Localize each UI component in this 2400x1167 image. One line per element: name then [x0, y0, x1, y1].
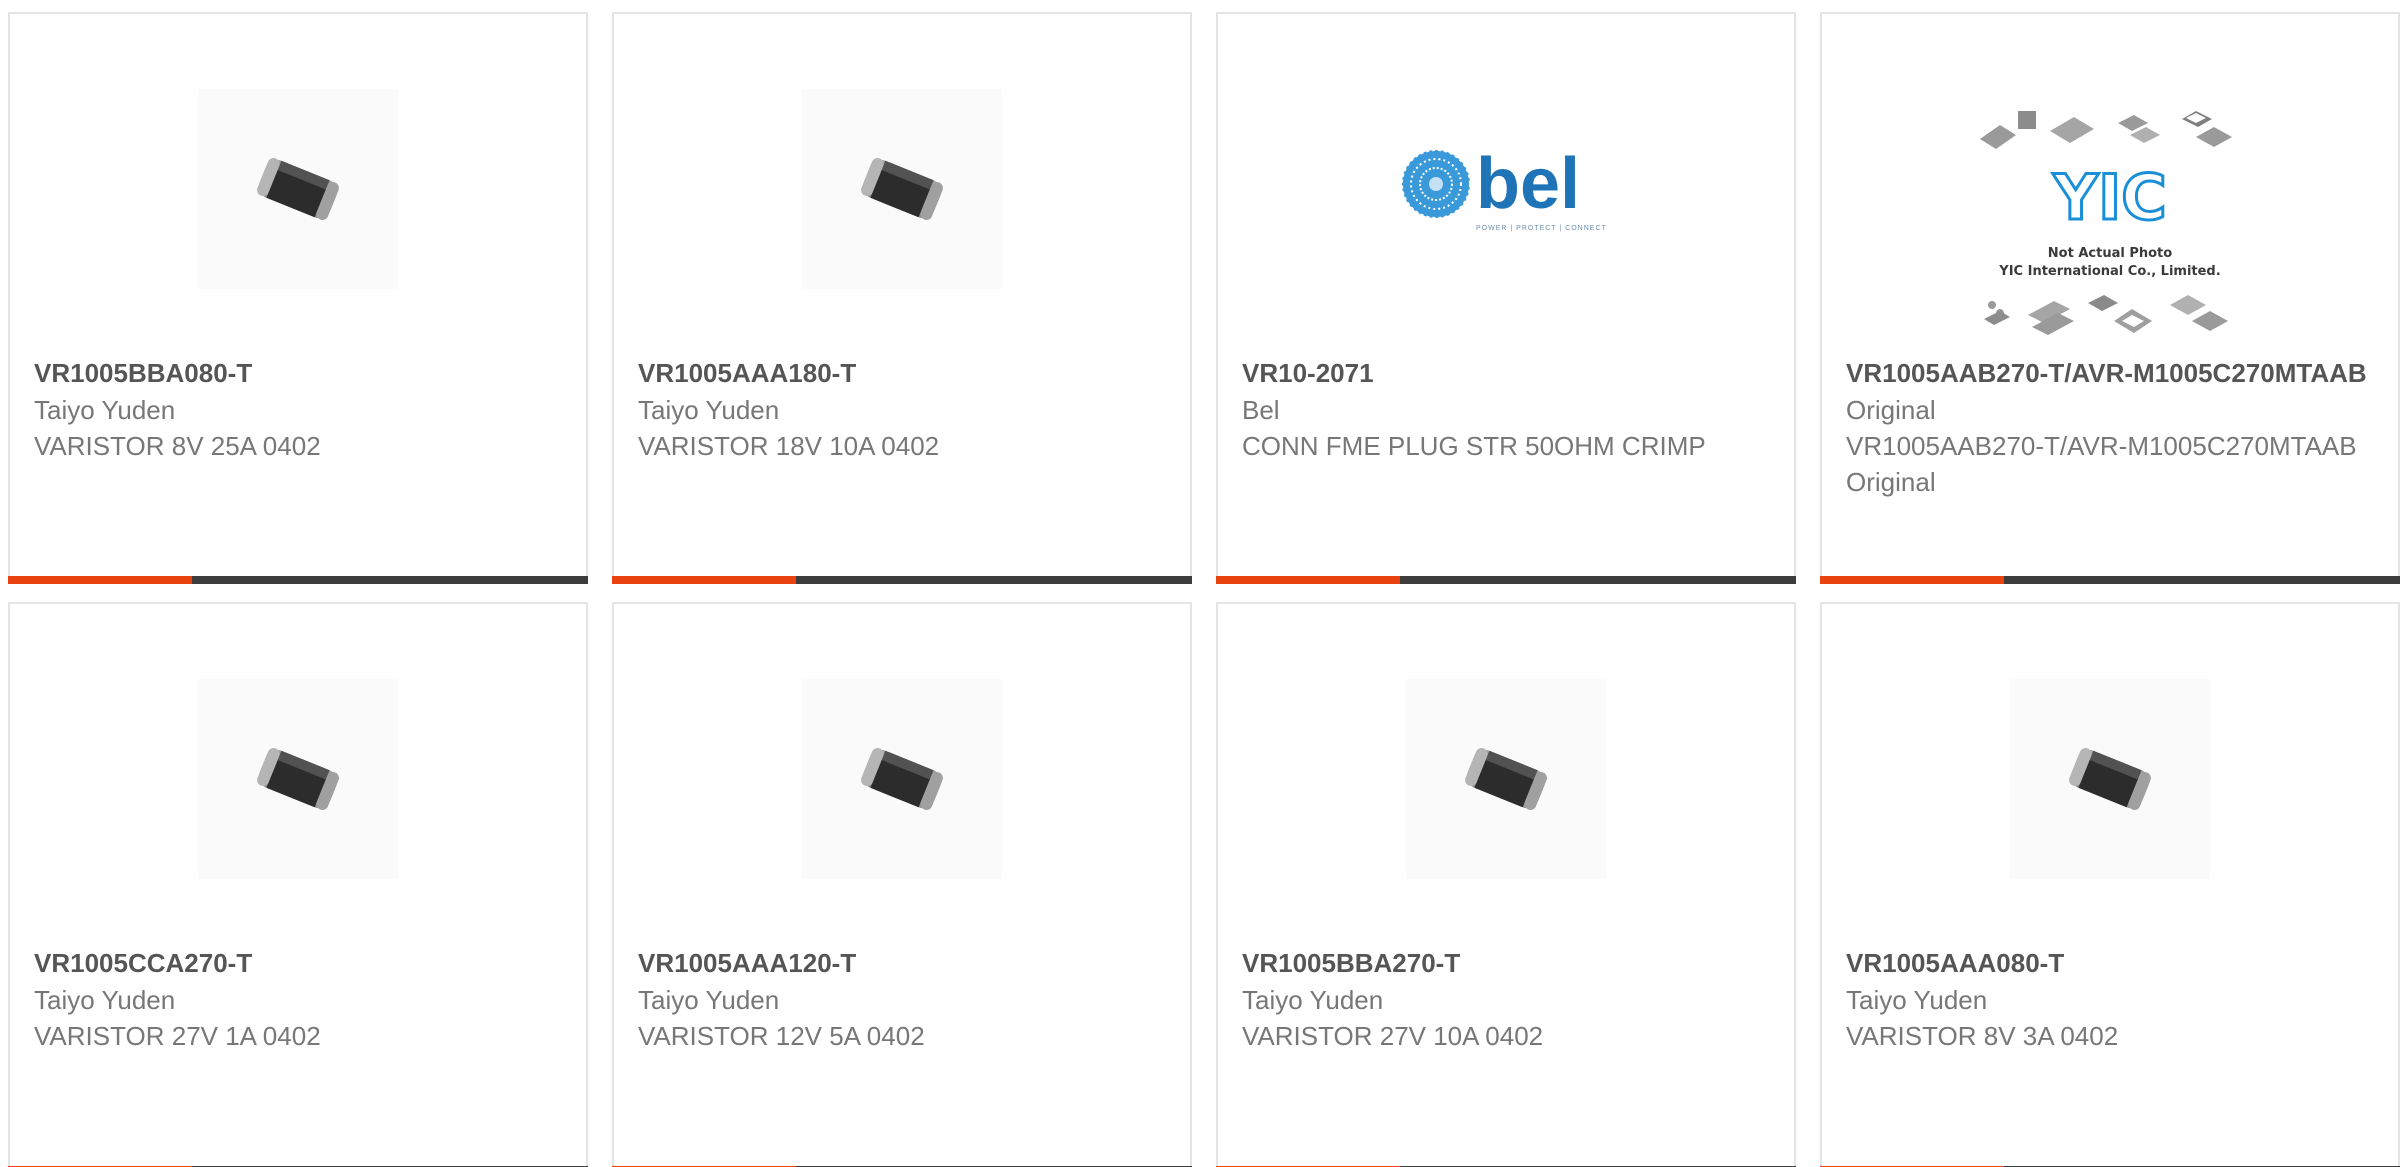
part-number[interactable]: VR1005BBA080-T: [34, 354, 562, 392]
product-info: VR1005AAB270-T/AVR-M1005C270MTAAB Origin…: [1846, 354, 2374, 500]
description: VARISTOR 12V 5A 0402: [638, 1021, 925, 1051]
varistor-chip-icon: [257, 747, 340, 810]
description: VARISTOR 18V 10A 0402: [638, 431, 940, 461]
card-bottom-bar: [1820, 576, 2400, 584]
yic-placeholder-image: YIC Not Actual Photo YIC International C…: [1980, 111, 2232, 335]
manufacturer: Taiyo Yuden: [34, 395, 176, 425]
part-number[interactable]: VR10-2071: [1242, 354, 1770, 392]
varistor-chip-icon: [257, 157, 340, 220]
manufacturer: Bel: [1242, 395, 1280, 425]
product-card[interactable]: YIC Not Actual Photo YIC International C…: [1820, 12, 2400, 584]
description: VARISTOR 27V 1A 0402: [34, 1021, 321, 1051]
product-image[interactable]: [10, 84, 586, 294]
bel-globe-icon: [1401, 149, 1471, 219]
product-info: VR1005BBA080-T Taiyo Yuden VARISTOR 8V 2…: [34, 354, 562, 464]
bel-logo: bel POWER | PROTECT | CONNECT: [1401, 144, 1607, 232]
manufacturer: Taiyo Yuden: [638, 395, 780, 425]
description: VR1005AAB270-T/AVR-M1005C270MTAAB Origin…: [1846, 431, 2357, 497]
product-image[interactable]: bel POWER | PROTECT | CONNECT: [1218, 84, 1794, 294]
part-number[interactable]: VR1005AAA180-T: [638, 354, 1166, 392]
yic-caption-line1: Not Actual Photo: [2048, 246, 2172, 261]
product-card[interactable]: VR1005BBA080-T Taiyo Yuden VARISTOR 8V 2…: [8, 12, 588, 584]
part-number[interactable]: VR1005AAA120-T: [638, 944, 1166, 982]
product-card[interactable]: VR1005BBA270-T Taiyo Yuden VARISTOR 27V …: [1216, 602, 1796, 1167]
card-accent-bar: [612, 576, 796, 584]
ic-packages-icon: [1984, 295, 2228, 335]
part-number[interactable]: VR1005AAA080-T: [1846, 944, 2374, 982]
card-bottom-bar: [8, 576, 588, 584]
manufacturer: Original: [1846, 395, 1936, 425]
bel-wordmark: bel: [1476, 144, 1580, 224]
varistor-chip-icon: [861, 157, 944, 220]
description: VARISTOR 8V 25A 0402: [34, 431, 321, 461]
description: CONN FME PLUG STR 50OHM CRIMP: [1242, 431, 1706, 461]
product-image[interactable]: [614, 84, 1190, 294]
product-card[interactable]: VR1005AAA080-T Taiyo Yuden VARISTOR 8V 3…: [1820, 602, 2400, 1167]
description: VARISTOR 8V 3A 0402: [1846, 1021, 2119, 1051]
product-image[interactable]: [614, 674, 1190, 884]
product-info: VR1005CCA270-T Taiyo Yuden VARISTOR 27V …: [34, 944, 562, 1054]
product-info: VR1005AAA180-T Taiyo Yuden VARISTOR 18V …: [638, 354, 1166, 464]
card-accent-bar: [8, 576, 192, 584]
product-grid: VR1005BBA080-T Taiyo Yuden VARISTOR 8V 2…: [0, 0, 2400, 1167]
manufacturer: Taiyo Yuden: [1242, 985, 1384, 1015]
card-bottom-bar: [1216, 576, 1796, 584]
varistor-chip-icon: [1465, 747, 1548, 810]
product-info: VR10-2071 Bel CONN FME PLUG STR 50OHM CR…: [1242, 354, 1770, 464]
product-card[interactable]: VR1005CCA270-T Taiyo Yuden VARISTOR 27V …: [8, 602, 588, 1167]
part-number[interactable]: VR1005AAB270-T/AVR-M1005C270MTAAB: [1846, 354, 2374, 392]
product-image[interactable]: [10, 674, 586, 884]
yic-caption-line2: YIC International Co., Limited.: [1998, 264, 2220, 279]
description: VARISTOR 27V 10A 0402: [1242, 1021, 1544, 1051]
bel-tagline: POWER | PROTECT | CONNECT: [1476, 225, 1607, 232]
varistor-chip-icon: [861, 747, 944, 810]
manufacturer: Taiyo Yuden: [34, 985, 176, 1015]
product-card[interactable]: bel POWER | PROTECT | CONNECT VR10-2071 …: [1216, 12, 1796, 584]
manufacturer: Taiyo Yuden: [1846, 985, 1988, 1015]
yic-wordmark: YIC: [2052, 161, 2166, 234]
varistor-chip-icon: [2069, 747, 2152, 810]
product-info: VR1005BBA270-T Taiyo Yuden VARISTOR 27V …: [1242, 944, 1770, 1054]
product-image[interactable]: YIC Not Actual Photo YIC International C…: [1822, 104, 2398, 354]
product-info: VR1005AAA120-T Taiyo Yuden VARISTOR 12V …: [638, 944, 1166, 1054]
product-card[interactable]: VR1005AAA120-T Taiyo Yuden VARISTOR 12V …: [612, 602, 1192, 1167]
product-info: VR1005AAA080-T Taiyo Yuden VARISTOR 8V 3…: [1846, 944, 2374, 1054]
ic-packages-icon: [1980, 111, 2232, 149]
product-image[interactable]: [1822, 674, 2398, 884]
card-accent-bar: [1216, 576, 1400, 584]
part-number[interactable]: VR1005BBA270-T: [1242, 944, 1770, 982]
product-image[interactable]: [1218, 674, 1794, 884]
manufacturer: Taiyo Yuden: [638, 985, 780, 1015]
part-number[interactable]: VR1005CCA270-T: [34, 944, 562, 982]
product-card[interactable]: VR1005AAA180-T Taiyo Yuden VARISTOR 18V …: [612, 12, 1192, 584]
card-accent-bar: [1820, 576, 2004, 584]
card-bottom-bar: [612, 576, 1192, 584]
